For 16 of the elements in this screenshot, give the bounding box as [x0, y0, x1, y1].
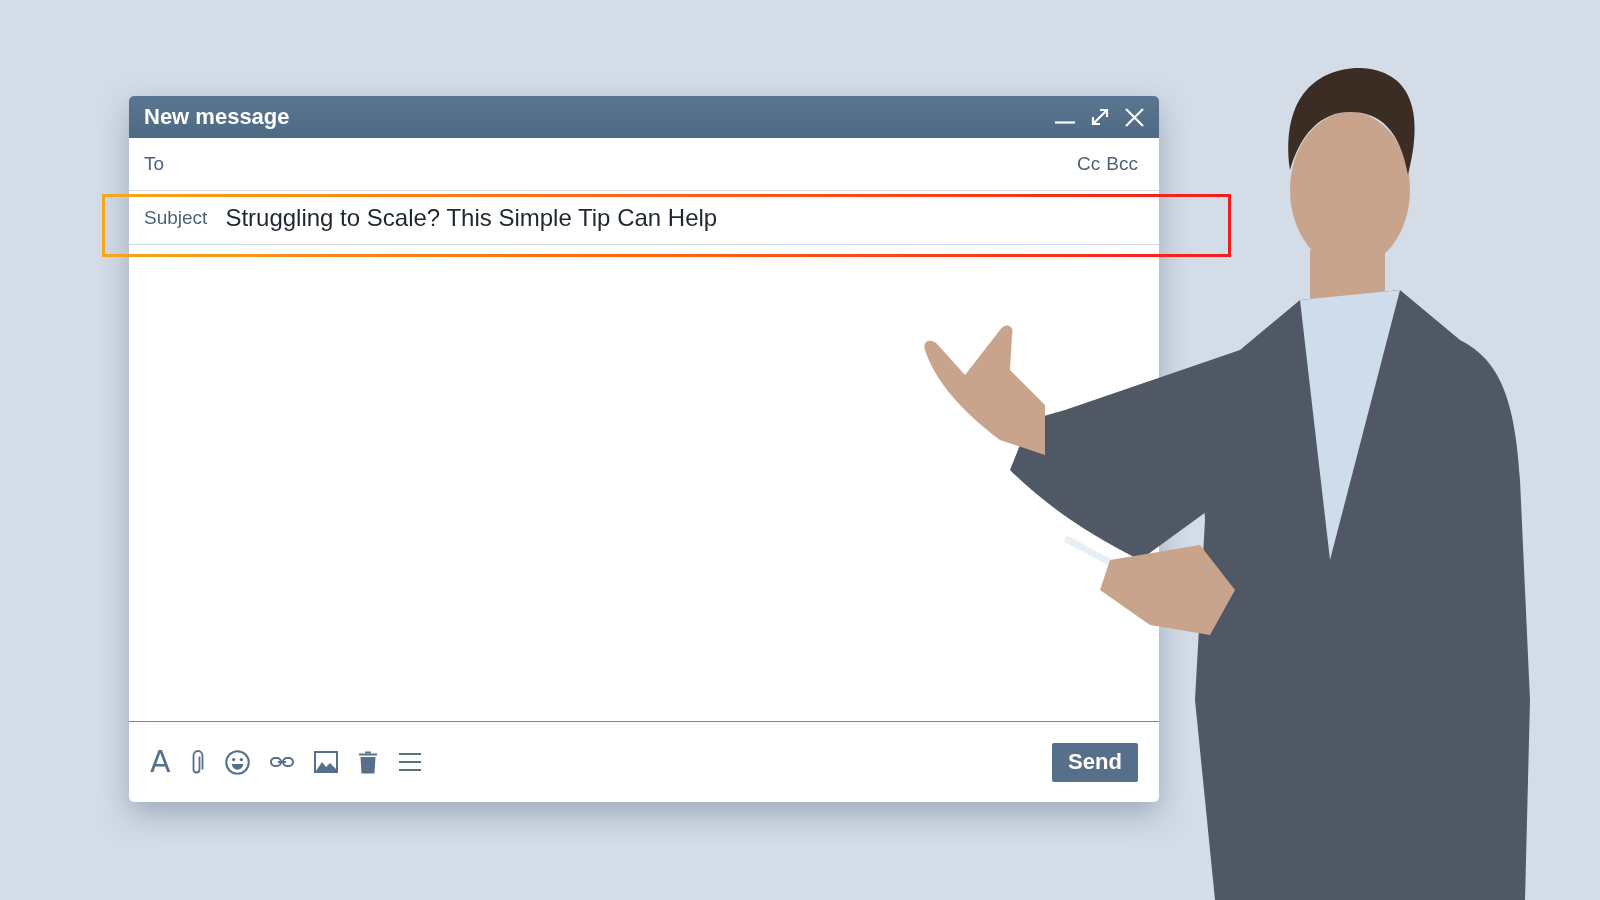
subject-field[interactable]: Struggling to Scale? This Simple Tip Can Help [225, 199, 1138, 236]
font-format-button[interactable]: A [150, 747, 171, 777]
close-icon[interactable] [1124, 106, 1145, 128]
bcc-link[interactable]: Bcc [1106, 153, 1138, 175]
smiley-icon[interactable] [224, 749, 250, 775]
trash-icon[interactable] [357, 749, 378, 775]
paperclip-icon[interactable] [190, 749, 205, 775]
to-label: To [144, 153, 165, 175]
link-icon[interactable] [269, 757, 294, 767]
subject-label: Subject [144, 206, 208, 229]
send-button[interactable]: Send [1052, 742, 1138, 782]
expand-icon[interactable] [1090, 107, 1110, 127]
window-title: New message [144, 104, 291, 130]
menu-icon[interactable] [397, 752, 422, 772]
image-icon[interactable] [313, 751, 338, 773]
cc-link[interactable]: Cc [1077, 153, 1101, 175]
